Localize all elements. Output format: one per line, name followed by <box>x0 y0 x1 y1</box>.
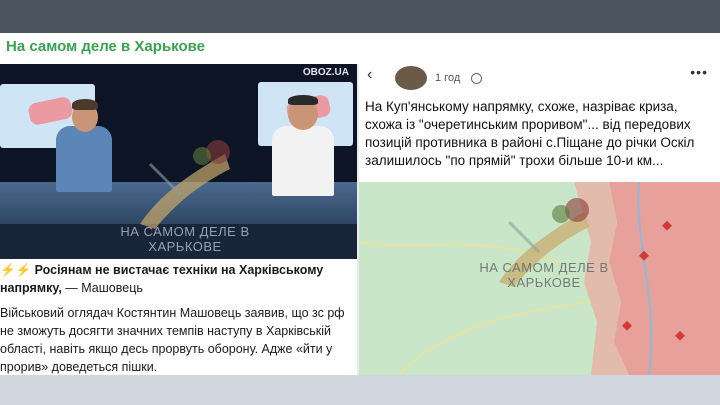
more-options-icon[interactable]: ••• <box>690 64 708 80</box>
post-image-collage[interactable]: OBOZ.UA НА САМОМ ДЕЛЕ В ХАРЬКОВЕ ⚡⚡ Росі… <box>0 64 720 375</box>
facebook-post-text: На Куп'янському напрямку, схоже, назріва… <box>365 99 695 168</box>
channel-title[interactable]: На самом деле в Харькове <box>6 38 205 55</box>
left-screenshot: OBOZ.UA НА САМОМ ДЕЛЕ В ХАРЬКОВЕ ⚡⚡ Росі… <box>0 64 357 375</box>
back-arrow-icon[interactable]: ‹ <box>367 66 372 84</box>
tv-logo: OBOZ.UA <box>302 67 349 78</box>
post-headline: ⚡⚡ Росіянам не вистачає техніки на Харкі… <box>0 263 324 295</box>
lightning-icon: ⚡⚡ <box>0 263 32 277</box>
right-screenshot: ‹ 1 год ••• На Куп'янському напрямку, сх… <box>359 64 720 375</box>
post-body: Військовий оглядач Костянтин Машовець за… <box>0 306 345 374</box>
tv-studio-photo: OBOZ.UA НА САМОМ ДЕЛЕ В ХАРЬКОВЕ <box>0 64 357 259</box>
frontline-map: НА САМОМ ДЕЛЕ В ХАРЬКОВЕ <box>359 182 720 375</box>
bottom-bar <box>0 375 720 405</box>
top-bar <box>0 0 720 33</box>
avatar[interactable] <box>395 66 427 90</box>
cornucopia-watermark-icon <box>140 140 230 229</box>
watermark-text: НА САМОМ ДЕЛЕ В ХАРЬКОВЕ <box>120 224 250 254</box>
globe-icon <box>471 73 482 84</box>
watermark-text: НА САМОМ ДЕЛЕ В ХАРЬКОВЕ <box>479 260 609 290</box>
facebook-post-header: ‹ 1 год ••• <box>359 64 720 94</box>
post-time: 1 год <box>435 72 461 84</box>
